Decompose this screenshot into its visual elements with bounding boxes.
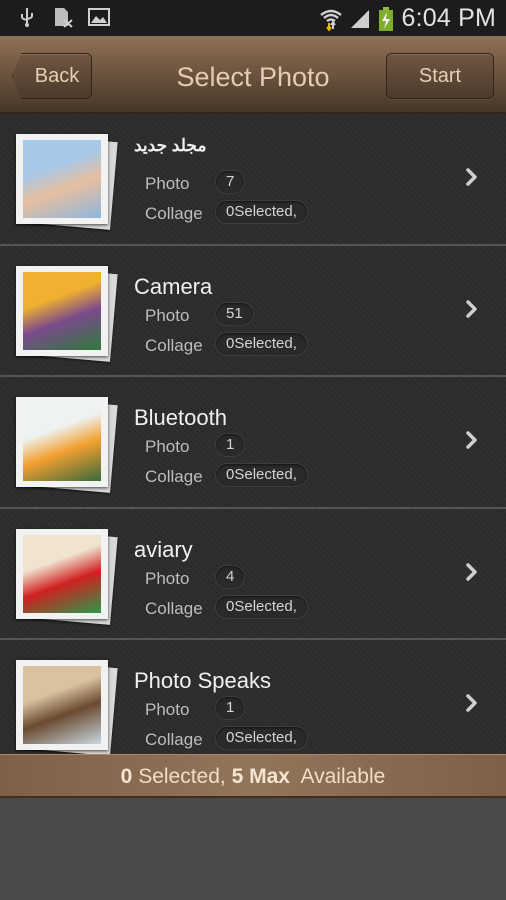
thumbnail-frame bbox=[16, 397, 108, 487]
album-list: مجلد جديد Photo 7 Collage 0Selected, Cam… bbox=[0, 114, 506, 754]
photo-count-badge: 4 bbox=[215, 564, 246, 589]
thumbnail-frame bbox=[16, 265, 108, 356]
photo-label: Photo bbox=[145, 568, 190, 588]
selected-text: Selected, bbox=[132, 765, 232, 788]
thumbnail-image bbox=[23, 666, 101, 744]
album-row[interactable]: Bluetooth Photo 1 Collage 0Selected, bbox=[0, 377, 506, 509]
chevron-right-icon[interactable] bbox=[464, 298, 480, 320]
album-thumbnail bbox=[16, 397, 118, 493]
wifi-icon bbox=[319, 7, 343, 32]
chevron-right-icon[interactable] bbox=[464, 692, 480, 714]
album-row[interactable]: Camera Photo 51 Collage 0Selected, bbox=[0, 245, 506, 377]
collage-selected-badge: 0Selected, bbox=[215, 594, 308, 619]
selection-summary: 0 Selected, 5 Max Available bbox=[0, 754, 506, 798]
photo-count-badge: 1 bbox=[215, 433, 246, 457]
thumbnail-image bbox=[23, 403, 101, 481]
empty-area bbox=[0, 798, 506, 900]
collage-selected-badge: 0Selected, bbox=[215, 463, 308, 487]
collage-label: Collage bbox=[145, 598, 203, 618]
album-name: Camera bbox=[134, 273, 213, 299]
thumbnail-image bbox=[23, 534, 101, 613]
thumbnail-image bbox=[23, 271, 101, 350]
photo-label: Photo bbox=[145, 700, 190, 719]
clock: 6:04 PM bbox=[401, 3, 496, 32]
usb-icon bbox=[16, 6, 38, 28]
collage-label: Collage bbox=[145, 730, 203, 749]
album-name: مجلد جديد bbox=[134, 136, 207, 155]
chevron-right-icon[interactable] bbox=[464, 166, 480, 188]
album-row[interactable]: aviary Photo 4 Collage 0Selected, bbox=[0, 508, 506, 640]
status-bar: 6:04 PM bbox=[0, 0, 506, 36]
sim-card-missing-icon bbox=[52, 6, 74, 28]
album-thumbnail bbox=[16, 134, 118, 230]
chevron-right-icon[interactable] bbox=[464, 429, 480, 451]
battery-charging-icon bbox=[379, 7, 394, 31]
album-thumbnail bbox=[16, 265, 118, 362]
collage-label: Collage bbox=[145, 467, 203, 486]
album-thumbnail bbox=[16, 660, 118, 754]
photo-count-badge: 7 bbox=[215, 170, 246, 194]
collage-selected-badge: 0Selected, bbox=[215, 200, 308, 224]
app-header: Back Select Photo Start bbox=[0, 36, 506, 114]
photo-count-badge: 1 bbox=[215, 696, 246, 720]
signal-icon bbox=[349, 7, 371, 29]
album-name: Bluetooth bbox=[134, 405, 227, 430]
photo-label: Photo bbox=[145, 437, 190, 456]
album-row[interactable]: مجلد جديد Photo 7 Collage 0Selected, bbox=[0, 114, 506, 246]
album-name: Photo Speaks bbox=[134, 668, 271, 693]
photo-label: Photo bbox=[145, 174, 190, 193]
album-thumbnail bbox=[16, 528, 118, 625]
start-button[interactable]: Start bbox=[386, 53, 494, 99]
collage-selected-badge: 0Selected, bbox=[215, 726, 308, 750]
collage-label: Collage bbox=[145, 335, 203, 355]
gallery-image-icon bbox=[88, 6, 110, 28]
thumbnail-frame bbox=[16, 528, 108, 619]
available-text: Available bbox=[289, 765, 386, 788]
thumbnail-frame bbox=[16, 134, 108, 224]
collage-selected-badge: 0Selected, bbox=[215, 331, 308, 356]
max-count: 5 Max bbox=[231, 765, 290, 788]
thumbnail-frame bbox=[16, 660, 108, 750]
collage-label: Collage bbox=[145, 204, 203, 223]
chevron-right-icon[interactable] bbox=[464, 561, 480, 583]
photo-label: Photo bbox=[145, 305, 190, 325]
album-row[interactable]: Photo Speaks Photo 1 Collage 0Selected, bbox=[0, 640, 506, 754]
album-name: aviary bbox=[134, 536, 193, 562]
selected-count: 0 bbox=[120, 765, 133, 788]
thumbnail-image bbox=[23, 140, 101, 218]
photo-count-badge: 51 bbox=[215, 301, 254, 326]
